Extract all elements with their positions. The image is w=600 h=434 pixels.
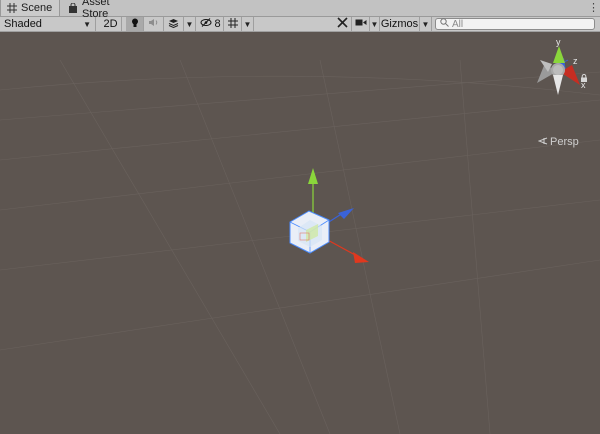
projection-toggle[interactable]: Persp [537,136,579,148]
2d-toggle-label: 2D [103,18,118,30]
grid-snap-icon [227,17,238,31]
grid-icon [7,3,17,13]
scene-search-input[interactable]: All [435,18,595,30]
y-cone-icon[interactable] [553,46,565,63]
scene-viewport[interactable]: y z x Persp [0,32,600,434]
projection-label: Persp [550,136,579,148]
camera-icon [355,18,367,30]
tab-asset-store[interactable]: Asset Store [62,0,142,20]
chevron-down-icon: ▼ [421,19,430,29]
more-options-icon[interactable]: ⋮ [588,2,599,14]
tools-toggle-button[interactable] [334,17,352,31]
2d-toggle-button[interactable]: 2D [100,17,122,31]
tab-scene-label: Scene [21,2,53,14]
search-icon [440,18,449,30]
hidden-count: 8 [214,18,221,30]
y-arrow-icon[interactable] [308,168,318,184]
scene-toolbar: Shaded ▼ 2D ▼ 8 ▼ ▼ Gizmos ▼ All [0,17,600,32]
camera-settings-button[interactable] [352,17,370,31]
scene-canvas: y z x [0,37,600,434]
orientation-gizmo[interactable]: y z x [537,37,586,95]
perspective-icon [537,136,548,148]
lighting-toggle-button[interactable] [126,17,144,31]
audio-toggle-button[interactable] [144,17,164,31]
lightbulb-icon [131,18,139,31]
z-arrow-icon[interactable] [338,208,354,219]
neg-y-cone-icon[interactable] [553,75,563,95]
draw-mode-dropdown[interactable]: Shaded ▼ [0,17,96,31]
grid-snap-button[interactable] [224,17,242,31]
grid-dropdown[interactable]: ▼ [242,17,254,31]
draw-mode-value: Shaded [4,18,42,30]
shopping-bag-icon [68,3,78,13]
layers-icon [168,18,179,31]
gizmos-button[interactable]: Gizmos [380,17,420,31]
scene-visibility-button[interactable]: 8 [198,17,224,31]
tab-scene[interactable]: Scene [0,0,60,16]
gizmo-y-label: y [556,37,561,47]
camera-dropdown[interactable]: ▼ [370,17,380,31]
cube-object[interactable] [289,210,330,254]
chevron-down-icon: ▼ [370,19,379,29]
speaker-icon [148,18,159,30]
lock-icon[interactable] [580,73,588,82]
eye-slash-icon [200,18,212,30]
gizmos-dropdown[interactable]: ▼ [420,17,432,31]
chevron-down-icon: ▼ [243,19,252,29]
search-placeholder: All [452,18,464,30]
x-arrow-icon[interactable] [353,252,369,263]
gizmo-z-label: z [573,56,578,66]
effects-dropdown[interactable]: ▼ [184,17,196,31]
chevron-down-icon: ▼ [185,19,194,29]
chevron-down-icon: ▼ [83,19,91,29]
tools-icon [337,17,348,31]
gizmos-label: Gizmos [380,18,419,30]
effects-toggle-button[interactable] [164,17,184,31]
tab-bar: Scene Asset Store ⋮ [0,0,600,20]
